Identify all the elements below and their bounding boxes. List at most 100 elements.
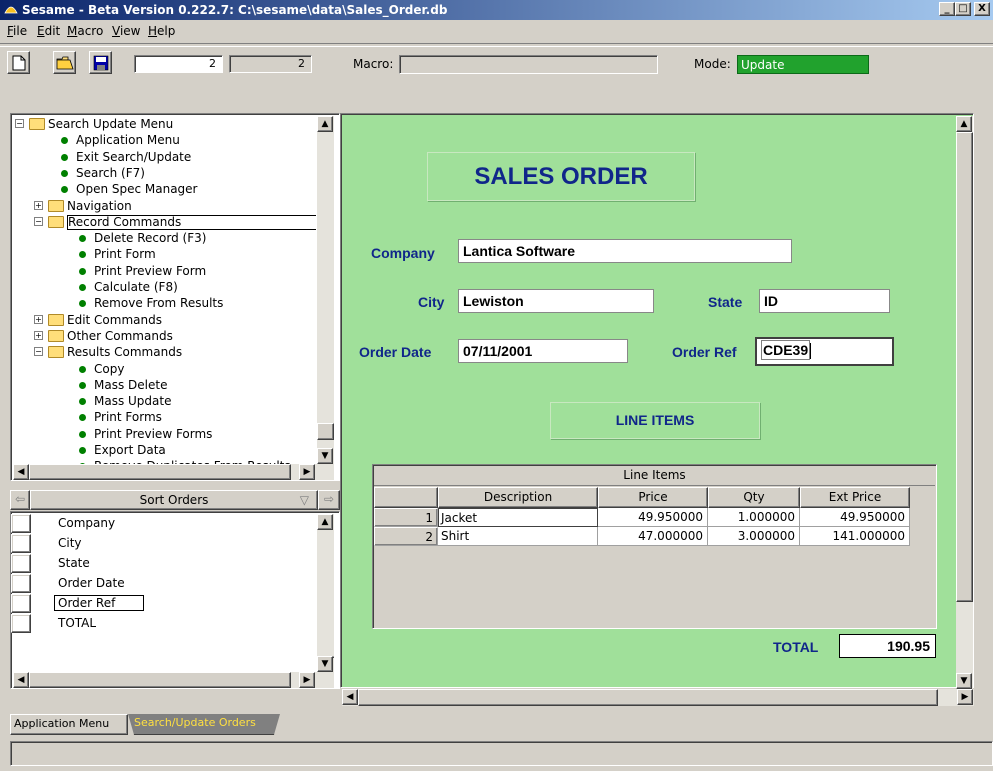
sort-row-handle[interactable] <box>11 574 31 593</box>
expand-icon[interactable]: + <box>34 330 43 340</box>
sort-order-item[interactable]: TOTAL <box>11 614 311 634</box>
tree-item[interactable]: Mass Update <box>11 393 316 409</box>
cell-description[interactable]: Shirt <box>438 527 598 546</box>
form-hscroll-thumb[interactable] <box>358 689 938 706</box>
tree-item[interactable]: Application Menu <box>11 132 316 148</box>
tree-item[interactable]: − Search Update Menu <box>11 116 316 132</box>
expand-icon[interactable]: + <box>34 200 43 210</box>
tab-application-menu[interactable]: Application Menu <box>10 714 128 735</box>
mode-value: Update <box>741 58 785 72</box>
tree-item[interactable]: Open Spec Manager <box>11 181 316 197</box>
sort-row-handle[interactable] <box>11 514 31 533</box>
sort-horizontal-scrollbar[interactable]: ◀ ▶ <box>13 672 334 688</box>
scroll-right-icon[interactable]: ▶ <box>299 672 315 688</box>
sort-row-handle[interactable] <box>11 554 31 573</box>
scroll-right-icon[interactable]: ▶ <box>957 689 973 705</box>
scroll-up-icon[interactable]: ▲ <box>317 514 333 530</box>
tree-item[interactable]: Delete Record (F3) <box>11 230 316 246</box>
cell-price[interactable]: 49.950000 <box>598 508 708 527</box>
cell-ext-price[interactable]: 141.000000 <box>800 527 910 546</box>
tree-item[interactable]: − Record Commands <box>11 214 316 230</box>
tree-item[interactable]: Exit Search/Update <box>11 149 316 165</box>
column-header-description[interactable]: Description <box>438 487 598 508</box>
sort-prev-arrow-icon[interactable]: ⇦ <box>10 490 30 510</box>
sort-order-item[interactable]: Company <box>11 514 311 534</box>
order-date-field[interactable]: 07/11/2001 <box>458 339 628 363</box>
tree-item[interactable]: + Other Commands <box>11 328 316 344</box>
maximize-button[interactable]: □ <box>955 2 971 16</box>
sort-order-item[interactable]: Order Ref <box>11 594 311 614</box>
collapse-icon[interactable]: − <box>34 347 43 357</box>
city-field[interactable]: Lewiston <box>458 289 654 313</box>
tree-item[interactable]: − Results Commands <box>11 344 316 360</box>
total-field[interactable]: 190.95 <box>839 634 936 658</box>
sort-order-item[interactable]: City <box>11 534 311 554</box>
menu-file[interactable]: File <box>7 24 27 38</box>
scroll-up-icon[interactable]: ▲ <box>317 116 333 132</box>
scroll-down-icon[interactable]: ▼ <box>317 656 333 672</box>
tab-search-update-orders[interactable]: Search/Update Orders <box>128 714 280 735</box>
tree-item[interactable]: + Edit Commands <box>11 312 316 328</box>
new-button[interactable] <box>7 51 30 74</box>
scroll-down-icon[interactable]: ▼ <box>956 673 972 689</box>
order-ref-field[interactable]: CDE39 <box>755 337 894 366</box>
sort-order-label: TOTAL <box>58 616 97 630</box>
expand-icon[interactable]: + <box>34 314 43 324</box>
column-header-ext-price[interactable]: Ext Price <box>800 487 910 508</box>
tree-item[interactable]: Print Form <box>11 246 316 262</box>
cell-description[interactable]: Jacket <box>438 508 598 527</box>
tree-horizontal-scrollbar[interactable]: ◀ ▶ <box>13 464 334 480</box>
scroll-left-icon[interactable]: ◀ <box>342 689 358 705</box>
cell-price[interactable]: 47.000000 <box>598 527 708 546</box>
form-scroll-thumb[interactable] <box>956 132 973 602</box>
state-field[interactable]: ID <box>759 289 890 313</box>
sort-next-arrow-icon[interactable]: ⇨ <box>318 490 340 510</box>
menu-view[interactable]: View <box>112 24 140 38</box>
tree-item[interactable]: Mass Delete <box>11 377 316 393</box>
menu-help[interactable]: Help <box>148 24 175 38</box>
scroll-right-icon[interactable]: ▶ <box>299 464 315 480</box>
tree-item[interactable]: Calculate (F8) <box>11 279 316 295</box>
sort-vertical-scrollbar[interactable]: ▲ ▼ <box>317 514 334 672</box>
tree-item[interactable]: Remove From Results <box>11 295 316 311</box>
scroll-down-icon[interactable]: ▼ <box>317 448 333 464</box>
cell-qty[interactable]: 1.000000 <box>708 508 800 527</box>
menu-edit[interactable]: Edit <box>37 24 60 38</box>
sort-row-handle[interactable] <box>11 594 31 613</box>
save-button[interactable] <box>89 51 112 74</box>
cell-ext-price[interactable]: 49.950000 <box>800 508 910 527</box>
scroll-left-icon[interactable]: ◀ <box>13 672 29 688</box>
cell-qty[interactable]: 3.000000 <box>708 527 800 546</box>
row-number[interactable]: 1 <box>374 508 438 527</box>
tree-item[interactable]: Export Data <box>11 442 316 458</box>
row-number[interactable]: 2 <box>374 527 438 546</box>
column-header-price[interactable]: Price <box>598 487 708 508</box>
tree-item[interactable]: + Navigation <box>11 198 316 214</box>
minimize-button[interactable]: _ <box>939 2 955 16</box>
tree-item[interactable]: Print Forms <box>11 409 316 425</box>
tree-item[interactable]: Print Preview Form <box>11 263 316 279</box>
form-horizontal-scrollbar[interactable]: ◀ ▶ <box>342 689 974 706</box>
menu-macro[interactable]: Macro <box>67 24 103 38</box>
scroll-up-icon[interactable]: ▲ <box>956 116 972 132</box>
tree-item[interactable]: Copy <box>11 361 316 377</box>
sort-order-item[interactable]: State <box>11 554 311 574</box>
tree-item[interactable]: Search (F7) <box>11 165 316 181</box>
collapse-icon[interactable]: − <box>34 216 43 226</box>
open-button[interactable] <box>53 51 76 74</box>
company-field[interactable]: Lantica Software <box>458 239 792 263</box>
close-button[interactable]: X <box>974 2 990 16</box>
column-header-qty[interactable]: Qty <box>708 487 800 508</box>
tree-item[interactable]: Print Preview Forms <box>11 426 316 442</box>
tree-scroll-thumb[interactable] <box>317 423 334 440</box>
record-number-field[interactable]: 2 <box>134 55 223 73</box>
tree-hscroll-thumb[interactable] <box>29 464 291 480</box>
form-vertical-scrollbar[interactable]: ▲ ▼ <box>956 116 973 689</box>
sort-row-handle[interactable] <box>11 534 31 553</box>
scroll-left-icon[interactable]: ◀ <box>13 464 29 480</box>
sort-order-item[interactable]: Order Date <box>11 574 311 594</box>
tree-vertical-scrollbar[interactable]: ▲ ▼ <box>317 116 334 464</box>
sort-row-handle[interactable] <box>11 614 31 633</box>
collapse-icon[interactable]: − <box>15 119 24 128</box>
sort-hscroll-thumb[interactable] <box>29 672 291 688</box>
